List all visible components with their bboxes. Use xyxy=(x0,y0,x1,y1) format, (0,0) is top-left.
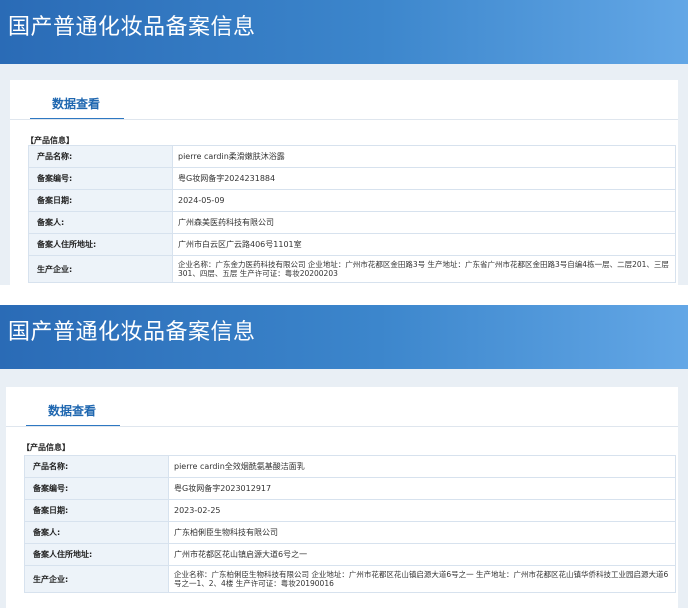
row-label-registrant-address: 备案人住所地址: xyxy=(28,233,173,256)
row-value-product-name: pierre cardin柔滑嫩肤沐浴露 xyxy=(172,145,676,168)
row-label-record-number: 备案编号: xyxy=(24,477,169,500)
tab-divider xyxy=(10,119,678,120)
screenshot-separator xyxy=(0,285,688,305)
row-label-product-name: 产品名称: xyxy=(28,145,173,168)
table-row: 备案人住所地址: 广州市花都区花山镇启源大道6号之一 xyxy=(24,543,676,566)
detail-panel: 数据查看 【产品信息】 产品名称: pierre cardin全效烟酰氨基酸洁面… xyxy=(6,387,678,608)
tab-divider xyxy=(6,426,678,427)
row-value-registrant: 广东柏俐臣生物科技有限公司 xyxy=(168,521,676,544)
row-value-record-date: 2023-02-25 xyxy=(168,499,676,522)
row-label-record-number: 备案编号: xyxy=(28,167,173,190)
row-value-record-number: 粤G妆网备字2023012917 xyxy=(168,477,676,500)
tab-data-view-label: 数据查看 xyxy=(52,97,101,111)
table-row: 备案编号: 粤G妆网备字2023012917 xyxy=(24,477,676,500)
row-value-registrant-address: 广州市白云区广云路406号1101室 xyxy=(172,233,676,256)
row-value-manufacturer: 企业名称：广东金力医药科技有限公司 企业地址：广州市花都区金田路3号 生产地址：… xyxy=(172,255,676,283)
table-row: 生产企业: 企业名称：广东柏俐臣生物科技有限公司 企业地址：广州市花都区花山镇启… xyxy=(24,565,676,593)
table-row: 产品名称: pierre cardin柔滑嫩肤沐浴露 xyxy=(28,145,676,168)
row-value-registrant: 广州森美医药科技有限公司 xyxy=(172,211,676,234)
table-row: 备案日期: 2024-05-09 xyxy=(28,189,676,212)
row-label-product-name: 产品名称: xyxy=(24,455,169,478)
row-value-registrant-address: 广州市花都区花山镇启源大道6号之一 xyxy=(168,543,676,566)
table-row: 生产企业: 企业名称：广东金力医药科技有限公司 企业地址：广州市花都区金田路3号… xyxy=(28,255,676,283)
table-row: 备案人: 广州森美医药科技有限公司 xyxy=(28,211,676,234)
tab-data-view[interactable]: 数据查看 xyxy=(30,80,124,120)
row-label-manufacturer: 生产企业: xyxy=(28,255,173,283)
row-label-registrant: 备案人: xyxy=(24,521,169,544)
table-row: 备案日期: 2023-02-25 xyxy=(24,499,676,522)
row-label-record-date: 备案日期: xyxy=(24,499,169,522)
page-title: 国产普通化妆品备案信息 xyxy=(8,15,256,40)
tab-data-view-label: 数据查看 xyxy=(48,404,97,418)
page-header: 国产普通化妆品备案信息 xyxy=(0,0,688,64)
page-title: 国产普通化妆品备案信息 xyxy=(8,320,256,345)
row-label-record-date: 备案日期: xyxy=(28,189,173,212)
row-value-manufacturer: 企业名称：广东柏俐臣生物科技有限公司 企业地址：广州市花都区花山镇启源大道6号之… xyxy=(168,565,676,593)
table-row: 备案人: 广东柏俐臣生物科技有限公司 xyxy=(24,521,676,544)
detail-panel: 数据查看 【产品信息】 产品名称: pierre cardin柔滑嫩肤沐浴露 备… xyxy=(10,80,678,285)
row-label-registrant-address: 备案人住所地址: xyxy=(24,543,169,566)
product-info-table: 产品名称: pierre cardin全效烟酰氨基酸洁面乳 备案编号: 粤G妆网… xyxy=(24,455,676,593)
table-row: 产品名称: pierre cardin全效烟酰氨基酸洁面乳 xyxy=(24,455,676,478)
product-info-table: 产品名称: pierre cardin柔滑嫩肤沐浴露 备案编号: 粤G妆网备字2… xyxy=(28,145,676,283)
section-heading-product-info: 【产品信息】 xyxy=(22,443,70,452)
table-row: 备案编号: 粤G妆网备字2024231884 xyxy=(28,167,676,190)
table-row: 备案人住所地址: 广州市白云区广云路406号1101室 xyxy=(28,233,676,256)
tab-data-view[interactable]: 数据查看 xyxy=(26,387,120,427)
row-value-record-number: 粤G妆网备字2024231884 xyxy=(172,167,676,190)
row-value-product-name: pierre cardin全效烟酰氨基酸洁面乳 xyxy=(168,455,676,478)
record-screenshot-1: 国产普通化妆品备案信息 数据查看 【产品信息】 产品名称: pierre car… xyxy=(0,0,688,285)
row-label-registrant: 备案人: xyxy=(28,211,173,234)
row-label-manufacturer: 生产企业: xyxy=(24,565,169,593)
row-value-record-date: 2024-05-09 xyxy=(172,189,676,212)
record-screenshot-2: 国产普通化妆品备案信息 数据查看 【产品信息】 产品名称: pierre car… xyxy=(0,305,688,608)
page-header: 国产普通化妆品备案信息 xyxy=(0,305,688,369)
